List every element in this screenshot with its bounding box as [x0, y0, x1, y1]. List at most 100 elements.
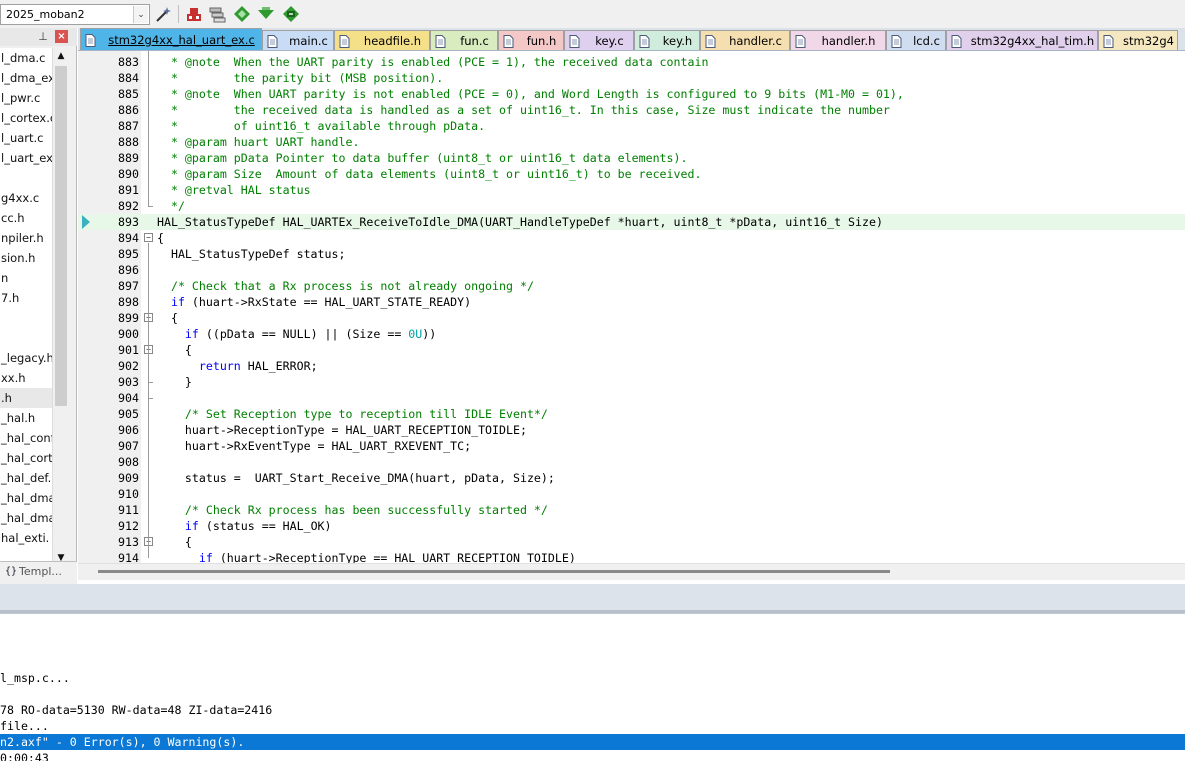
file-tree-item[interactable]: _hal_corte: [0, 448, 52, 468]
pin-icon[interactable]: ⊥: [36, 30, 50, 44]
code-line[interactable]: 897 /* Check that a Rx process is not al…: [78, 278, 1185, 294]
code-line[interactable]: 887 * of uint16_t available through pDat…: [78, 118, 1185, 134]
file-tree-item[interactable]: l_uart.c: [0, 128, 52, 148]
code-token: if: [157, 551, 213, 563]
diamond-green-icon[interactable]: [232, 4, 252, 24]
code-line[interactable]: 908: [78, 454, 1185, 470]
file-tree-item[interactable]: npiler.h: [0, 228, 52, 248]
editor-tab[interactable]: key.c: [564, 30, 634, 50]
code-line[interactable]: 890 * @param Size Amount of data element…: [78, 166, 1185, 182]
code-line[interactable]: 898 if (huart->RxState == HAL_UART_STATE…: [78, 294, 1185, 310]
editor-tab[interactable]: fun.c: [430, 30, 498, 50]
file-tree-item[interactable]: n: [0, 268, 52, 288]
code-line[interactable]: 912 if (status == HAL_OK): [78, 518, 1185, 534]
editor-tab[interactable]: stm32g4xx_hal_uart_ex.c: [80, 28, 262, 50]
code-line[interactable]: 899 {: [78, 310, 1185, 326]
file-tree-item[interactable]: _hal.h: [0, 408, 52, 428]
file-tree-item[interactable]: .h: [0, 388, 52, 408]
editor-tab[interactable]: handler.c: [700, 30, 790, 50]
scroll-thumb[interactable]: [98, 570, 890, 573]
code-token: if: [157, 519, 199, 533]
code-line[interactable]: 900 if ((pData == NULL) || (Size == 0U)): [78, 326, 1185, 342]
panel-splitter[interactable]: [0, 610, 1185, 613]
chevron-down-icon[interactable]: ⌄: [133, 6, 148, 23]
code-line[interactable]: 909 status = UART_Start_Receive_DMA(huar…: [78, 470, 1185, 486]
code-line[interactable]: 901 {: [78, 342, 1185, 358]
file-tree-item[interactable]: l_cortex.c: [0, 108, 52, 128]
code-line[interactable]: 884 * the parity bit (MSB position).: [78, 70, 1185, 86]
code-line[interactable]: 913 {: [78, 534, 1185, 550]
editor-tab[interactable]: stm32g4xx_hal_tim.h: [946, 30, 1098, 50]
file-tree-item[interactable]: [0, 308, 52, 328]
file-tree-item[interactable]: [0, 328, 52, 348]
file-tree-item[interactable]: g4xx.c: [0, 188, 52, 208]
code-line[interactable]: 891 * @retval HAL status: [78, 182, 1185, 198]
file-tree-item[interactable]: l_uart_ex.c: [0, 148, 52, 168]
code-line[interactable]: 910: [78, 486, 1185, 502]
code-line[interactable]: 894 {: [78, 230, 1185, 246]
code-line[interactable]: 902 return HAL_ERROR;: [78, 358, 1185, 374]
scroll-up-icon[interactable]: ▲: [53, 48, 69, 64]
editor-tab-label: stm32g4xx_hal_tim.h: [970, 34, 1095, 48]
line-number: 883: [118, 55, 139, 69]
code-line[interactable]: 892 */: [78, 198, 1185, 214]
target-select[interactable]: 2025_moban2 ⌄: [0, 4, 150, 25]
editor-tab[interactable]: handler.h: [790, 30, 886, 50]
file-tree-item[interactable]: 7.h: [0, 288, 52, 308]
code-line[interactable]: 889 * @param pData Pointer to data buffe…: [78, 150, 1185, 166]
code-line[interactable]: 895 HAL_StatusTypeDef status;: [78, 246, 1185, 262]
code-text: huart->RxEventType = HAL_UART_RXEVENT_TC…: [157, 438, 471, 454]
download-green-icon[interactable]: [256, 4, 276, 24]
close-icon[interactable]: ×: [55, 30, 68, 43]
editor-tab[interactable]: lcd.c: [886, 30, 946, 50]
line-number: 902: [118, 359, 139, 373]
fold-toggle-icon[interactable]: −: [144, 233, 153, 242]
editor-tab[interactable]: main.c: [262, 30, 334, 50]
file-tree-item[interactable]: _hal_def.h: [0, 468, 52, 488]
file-tree-item[interactable]: l_dma.c: [0, 48, 52, 68]
code-line[interactable]: 911 /* Check Rx process has been success…: [78, 502, 1185, 518]
file-tree-item[interactable]: l_dma_ex.: [0, 68, 52, 88]
file-tree-item[interactable]: hal_exti.: [0, 528, 52, 548]
file-tree-scrollbar[interactable]: ▲ ▼: [52, 48, 68, 588]
code-line[interactable]: 896: [78, 262, 1185, 278]
code-line[interactable]: 905 /* Set Reception type to reception t…: [78, 406, 1185, 422]
code-line[interactable]: 907 huart->RxEventType = HAL_UART_RXEVEN…: [78, 438, 1185, 454]
code-line[interactable]: 885 * @note When UART parity is not enab…: [78, 86, 1185, 102]
file-tree-item[interactable]: _hal_conf: [0, 428, 52, 448]
editor-tab[interactable]: headfile.h: [334, 30, 430, 50]
file-tree-item[interactable]: sion.h: [0, 248, 52, 268]
editor-tab[interactable]: fun.h: [498, 30, 564, 50]
file-tree-item[interactable]: _legacy.h: [0, 348, 52, 368]
stack-icon[interactable]: [207, 4, 227, 24]
tab-templates[interactable]: {} Templ...: [5, 565, 62, 578]
file-tree-item[interactable]: _hal_dma: [0, 488, 52, 508]
code-line[interactable]: 906 huart->ReceptionType = HAL_UART_RECE…: [78, 422, 1185, 438]
code-line[interactable]: 893 HAL_StatusTypeDef HAL_UARTEx_ReceiveT…: [78, 214, 1185, 230]
code-text: if ((pData == NULL) || (Size == 0U)): [157, 326, 436, 342]
scroll-thumb[interactable]: [55, 66, 67, 406]
editor-tab[interactable]: key.h: [634, 30, 700, 50]
code-line[interactable]: 888 * @param huart UART handle.: [78, 134, 1185, 150]
code-line[interactable]: 904: [78, 390, 1185, 406]
code-editor[interactable]: 883 * @note When the UART parity is enab…: [78, 51, 1185, 563]
code-line[interactable]: 903 }: [78, 374, 1185, 390]
code-text: {: [157, 230, 164, 246]
chip-green-icon[interactable]: [281, 4, 301, 24]
file-tree-item[interactable]: [0, 168, 52, 188]
code-line[interactable]: 883 * @note When the UART parity is enab…: [78, 54, 1185, 70]
wand-icon[interactable]: [154, 4, 174, 24]
line-number: 909: [118, 471, 139, 485]
line-number: 913: [118, 535, 139, 549]
code-line[interactable]: 914 if (huart->ReceptionType == HAL_UART…: [78, 550, 1185, 563]
file-tree-item[interactable]: cc.h: [0, 208, 52, 228]
file-tree-item[interactable]: xx.h: [0, 368, 52, 388]
file-tree-item[interactable]: _hal_dma: [0, 508, 52, 528]
code-line[interactable]: 886 * the received data is handled as a …: [78, 102, 1185, 118]
editor-horizontal-scrollbar[interactable]: [78, 563, 1185, 580]
line-number: 908: [118, 455, 139, 469]
file-tree-item[interactable]: l_pwr.c: [0, 88, 52, 108]
editor-tab[interactable]: stm32g4: [1098, 30, 1178, 50]
file-icon: [951, 34, 962, 48]
insert-icon[interactable]: [184, 4, 204, 24]
